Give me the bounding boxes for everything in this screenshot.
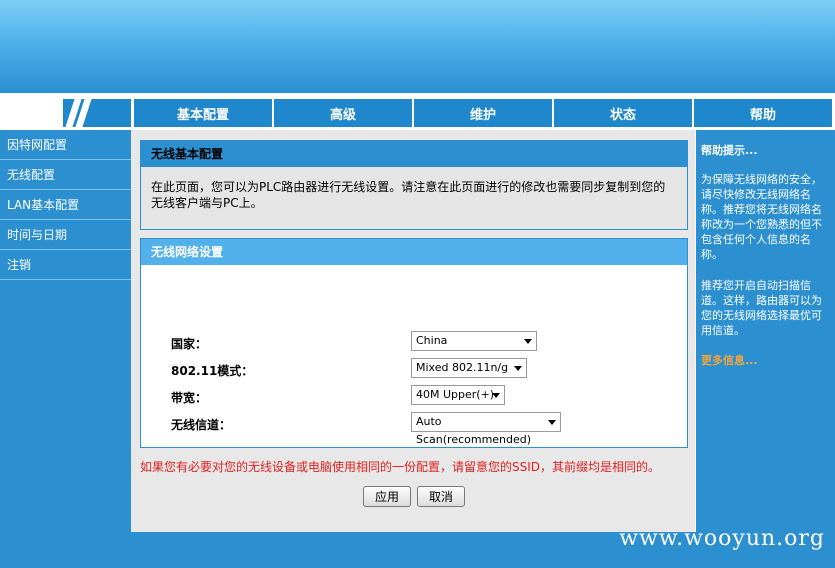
country-label: 国家：: [171, 337, 208, 351]
channel-label: 无线信道：: [171, 418, 232, 432]
help-title: 帮助提示...: [701, 144, 758, 157]
nav-bar: 基本配置 高级 维护 状态 帮助: [0, 96, 835, 130]
channel-select[interactable]: Auto Scan(recommended): [411, 412, 561, 446]
chevron-down-icon: [548, 420, 556, 425]
tab-maintenance[interactable]: 维护: [414, 99, 552, 127]
warning-text: 如果您有必要对您的无线设备或电脑使用相同的一份配置，请留意您的SSID，其前缀均…: [140, 460, 661, 474]
mode-select-value: Mixed 802.11n/g: [416, 361, 509, 374]
watermark: www.wooyun.org: [619, 526, 825, 551]
channel-select-value: Auto Scan(recommended): [416, 415, 532, 446]
sidebar: 因特网配置 无线配置 LAN基本配置 时间与日期 注销: [0, 130, 131, 532]
intro-panel-title: 无线基本配置: [141, 141, 687, 167]
top-banner: [0, 0, 835, 93]
mode-row: 802.11模式： Mixed 802.11n/g: [171, 358, 681, 380]
bandwidth-select-value: 40M Upper(+): [416, 388, 495, 401]
main-content: 无线基本配置 在此页面，您可以为PLC路由器进行无线设置。请注意在此页面进行的修…: [131, 130, 695, 532]
help-paragraph-ssid: 为保障无线网络的安全，请尽快修改无线网络名称。推荐您将无线网络名称改为一个您熟悉…: [701, 173, 822, 261]
sidebar-item-wireless[interactable]: 无线配置: [0, 160, 131, 190]
logo: [0, 96, 131, 130]
bandwidth-select[interactable]: 40M Upper(+): [411, 385, 505, 405]
bandwidth-row: 带宽： 40M Upper(+): [171, 385, 681, 407]
tab-advanced[interactable]: 高级: [274, 99, 412, 127]
mode-select[interactable]: Mixed 802.11n/g: [411, 358, 527, 378]
help-paragraph-channel: 推荐您开启自动扫描信道。这样，路由器可以为您的无线网络选择最优可用信道。: [701, 279, 822, 337]
intro-panel: 无线基本配置 在此页面，您可以为PLC路由器进行无线设置。请注意在此页面进行的修…: [140, 140, 688, 230]
tab-basic-config[interactable]: 基本配置: [134, 99, 272, 127]
more-info-link[interactable]: 更多信息...: [701, 352, 758, 368]
chevron-down-icon: [492, 393, 500, 398]
channel-row: 无线信道： Auto Scan(recommended): [171, 412, 681, 446]
tab-status[interactable]: 状态: [554, 99, 692, 127]
bandwidth-label: 带宽：: [171, 391, 208, 405]
sidebar-item-time-date[interactable]: 时间与日期: [0, 220, 131, 250]
wireless-settings-panel: 无线网络设置 国家： China 802.11模式： Mixed 802.11n…: [140, 238, 688, 448]
cancel-button[interactable]: 取消: [417, 486, 465, 507]
sidebar-item-logout[interactable]: 注销: [0, 250, 131, 280]
chevron-down-icon: [514, 366, 522, 371]
sidebar-item-internet[interactable]: 因特网配置: [0, 130, 131, 160]
tab-help[interactable]: 帮助: [694, 99, 832, 127]
apply-button[interactable]: 应用: [363, 486, 411, 507]
sidebar-item-lan[interactable]: LAN基本配置: [0, 190, 131, 220]
country-select-value: China: [416, 334, 448, 347]
help-panel: 帮助提示... 为保障无线网络的安全，请尽快修改无线网络名称。推荐您将无线网络名…: [696, 130, 835, 532]
chevron-down-icon: [524, 339, 532, 344]
intro-panel-text: 在此页面，您可以为PLC路由器进行无线设置。请注意在此页面进行的修改也需要同步复…: [151, 180, 666, 210]
country-row: 国家： China: [171, 331, 681, 353]
wireless-settings-title: 无线网络设置: [141, 239, 687, 265]
country-select[interactable]: China: [411, 331, 537, 351]
mode-label: 802.11模式：: [171, 364, 254, 378]
